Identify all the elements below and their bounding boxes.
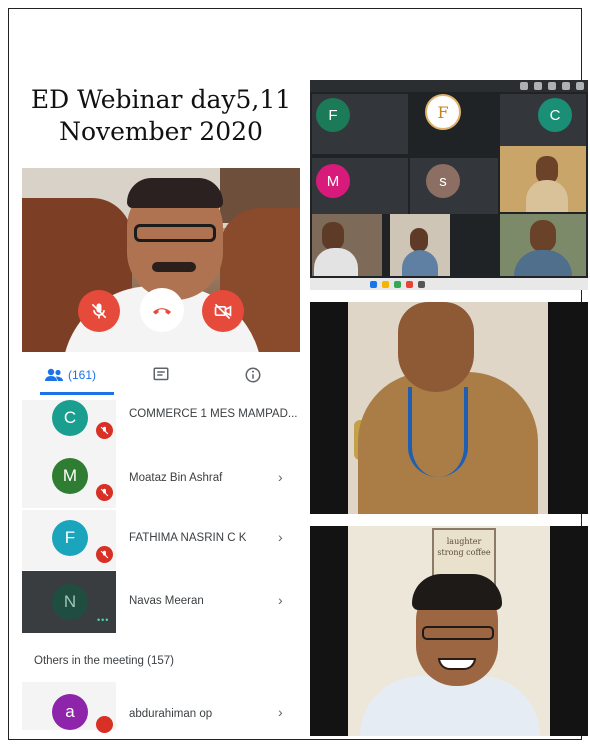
title-line-2: November 2020 — [59, 117, 263, 146]
chat-icon — [153, 367, 169, 381]
active-tab-indicator — [40, 392, 114, 395]
participant-name: FATHIMA NASRIN C K — [129, 532, 247, 544]
info-icon — [245, 367, 261, 383]
chevron-right-icon[interactable]: › — [278, 529, 283, 545]
meeting-toolbar-icons — [520, 82, 584, 90]
grid-tile: M — [312, 158, 408, 214]
chevron-right-icon[interactable]: › — [278, 469, 283, 485]
avatar: M — [316, 164, 350, 198]
webinar-title: ED Webinar day5,11 November 2020 — [22, 84, 300, 148]
grid-tile: s — [410, 158, 498, 214]
avatar: F — [52, 520, 88, 556]
participant-smile — [438, 658, 476, 670]
tab-info[interactable] — [244, 360, 264, 390]
participant-row[interactable]: N ••• Navas Meeran › — [22, 571, 300, 633]
meeting-grid-screenshot: F F C M s — [310, 80, 588, 290]
participant-hair — [412, 574, 502, 610]
avatar: s — [426, 164, 460, 198]
camera-off-icon — [214, 303, 232, 320]
id-lanyard — [408, 387, 468, 477]
participant-video-tile — [310, 302, 588, 514]
grid-video-tile — [390, 214, 450, 276]
tab-chat[interactable] — [152, 360, 172, 390]
college-logo-icon: F — [425, 94, 461, 130]
avatar: F — [316, 98, 350, 132]
muted-mic-icon — [96, 716, 113, 733]
muted-mic-icon — [96, 422, 113, 439]
participant-face — [398, 302, 474, 392]
meeting-top-bar — [310, 80, 588, 92]
avatar: M — [52, 458, 88, 494]
muted-mic-icon — [96, 546, 113, 563]
os-taskbar — [310, 278, 588, 290]
participant-name: Navas Meeran — [129, 595, 204, 607]
side-panel-tabs: (161) — [22, 352, 300, 395]
grid-video-tile — [500, 214, 586, 276]
mic-off-icon — [91, 303, 107, 319]
speaker-glasses — [134, 224, 216, 242]
participant-row[interactable]: F FATHIMA NASRIN C K › — [22, 510, 300, 570]
call-end-icon — [153, 308, 171, 315]
participant-row[interactable]: a abdurahiman op › — [22, 682, 300, 733]
speaker-hair — [127, 178, 223, 208]
people-icon — [45, 368, 63, 381]
participant-name: COMMERCE 1 MES MAMPAD... — [129, 408, 298, 420]
muted-mic-icon — [96, 484, 113, 501]
chevron-right-icon[interactable]: › — [278, 704, 283, 720]
end-call-button[interactable] — [140, 288, 184, 332]
speaker-mustache — [152, 262, 196, 272]
avatar: C — [52, 400, 88, 436]
participant-name: Moataz Bin Ashraf — [129, 472, 223, 484]
participant-video-tile: laughter strong coffee — [310, 526, 588, 736]
mute-mic-button[interactable] — [78, 290, 120, 332]
participant-row[interactable]: M Moataz Bin Ashraf › — [22, 448, 300, 508]
toggle-camera-button[interactable] — [202, 290, 244, 332]
grid-video-tile — [500, 146, 586, 212]
avatar: a — [52, 694, 88, 730]
tab-people[interactable]: (161) — [44, 360, 108, 390]
grid-tile: C — [500, 94, 586, 154]
participant-glasses — [422, 626, 494, 640]
avatar: C — [538, 98, 572, 132]
people-count: (161) — [68, 368, 97, 382]
speaking-indicator-icon: ••• — [97, 615, 110, 625]
grid-video-tile — [312, 214, 382, 276]
grid-tile: F — [312, 94, 408, 154]
participant-name: abdurahiman op — [129, 708, 213, 720]
chevron-right-icon[interactable]: › — [278, 592, 283, 608]
avatar: N — [52, 584, 88, 620]
others-in-meeting-label: Others in the meeting (157) — [34, 655, 174, 667]
title-line-1: ED Webinar day5,11 — [30, 85, 292, 114]
